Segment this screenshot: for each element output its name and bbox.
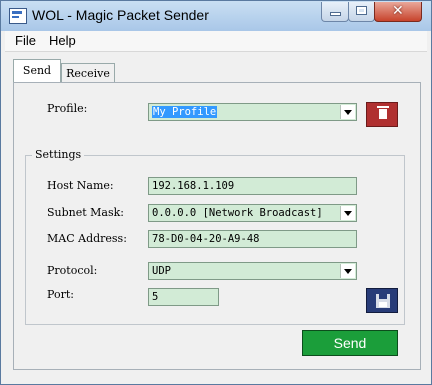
minimize-button[interactable] — [321, 2, 349, 22]
window-title: WOL - Magic Packet Sender — [32, 7, 209, 23]
app-window: WOL - Magic Packet Sender ✕ File Help Se… — [0, 0, 432, 385]
mac-address-input[interactable]: 78-D0-04-20-A9-48 — [148, 230, 357, 248]
profile-select[interactable]: My Profile — [148, 103, 357, 121]
floppy-disk-icon — [376, 294, 390, 308]
chevron-down-icon[interactable] — [340, 105, 355, 119]
menu-help[interactable]: Help — [49, 33, 76, 48]
trash-icon — [377, 106, 389, 119]
title-bar[interactable]: WOL - Magic Packet Sender ✕ — [1, 1, 431, 31]
subnet-mask-select[interactable]: 0.0.0.0 [Network Broadcast] — [148, 204, 357, 222]
save-profile-button[interactable] — [366, 288, 398, 313]
send-button[interactable]: Send — [302, 330, 398, 356]
chevron-down-icon[interactable] — [340, 206, 355, 220]
subnet-mask-value: 0.0.0.0 [Network Broadcast] — [152, 207, 323, 219]
mac-address-label: MAC Address: — [47, 232, 127, 245]
host-name-label: Host Name: — [47, 179, 114, 192]
menu-file[interactable]: File — [15, 33, 36, 48]
subnet-mask-label: Subnet Mask: — [47, 206, 125, 219]
settings-group-title: Settings — [32, 148, 85, 161]
maximize-button[interactable] — [348, 2, 375, 22]
menu-bar: File Help — [5, 31, 427, 52]
protocol-label: Protocol: — [47, 264, 98, 277]
protocol-select[interactable]: UDP — [148, 262, 357, 280]
delete-profile-button[interactable] — [366, 102, 398, 127]
host-name-input[interactable]: 192.168.1.109 — [148, 177, 357, 195]
tab-receive[interactable]: Receive — [61, 63, 115, 82]
protocol-value: UDP — [152, 265, 171, 277]
close-button[interactable]: ✕ — [374, 2, 422, 22]
tab-strip: Send Receive — [13, 59, 423, 83]
port-label: Port: — [47, 288, 74, 301]
profile-value: My Profile — [152, 106, 218, 118]
maximize-icon — [356, 6, 367, 15]
chevron-down-icon[interactable] — [340, 264, 355, 278]
close-icon: ✕ — [392, 3, 404, 19]
tab-send[interactable]: Send — [13, 59, 61, 82]
app-icon — [9, 8, 27, 24]
minimize-icon — [331, 13, 340, 15]
port-input[interactable]: 5 — [148, 288, 219, 306]
profile-label: Profile: — [47, 102, 88, 115]
